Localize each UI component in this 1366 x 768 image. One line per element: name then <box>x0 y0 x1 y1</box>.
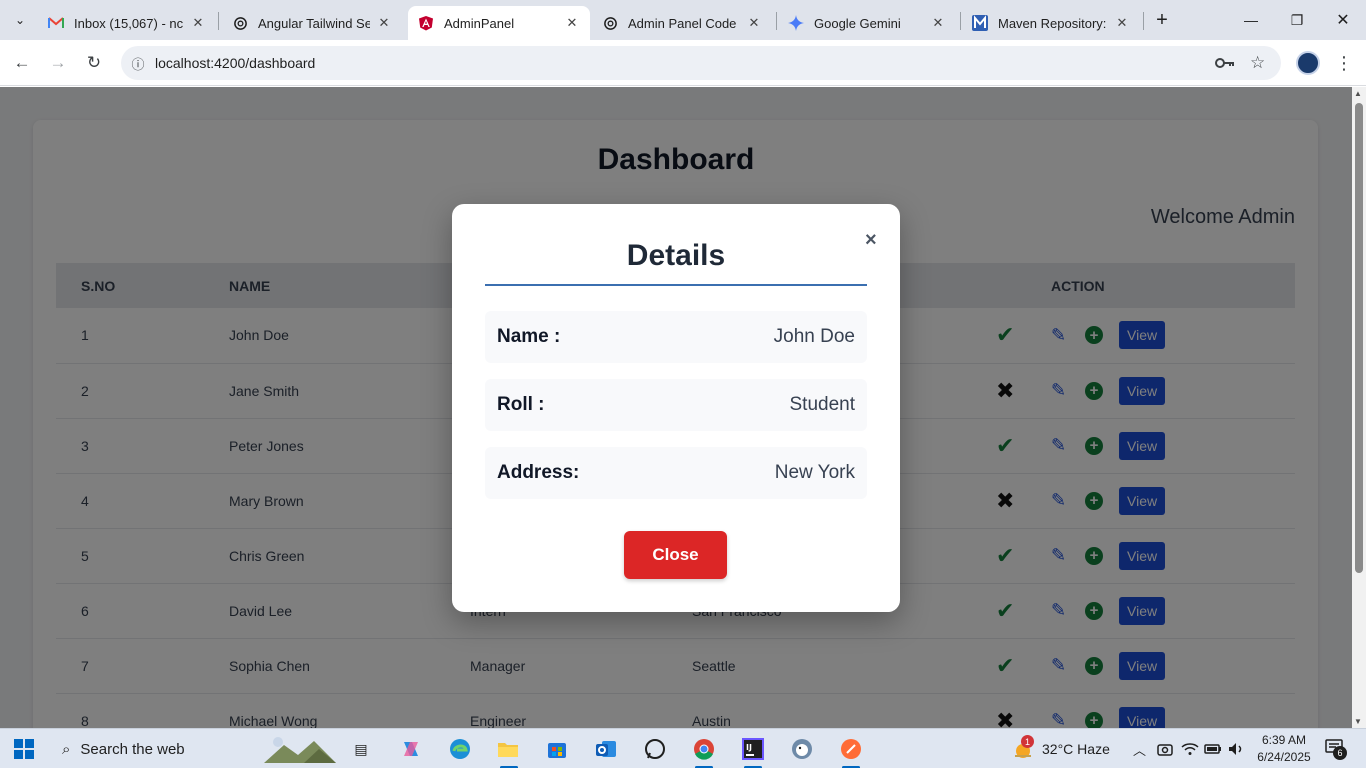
whatsapp-icon[interactable] <box>640 735 670 763</box>
outlook-icon[interactable] <box>591 735 621 763</box>
tab-close-icon[interactable]: ✕ <box>930 15 946 31</box>
clock-date: 6/24/2025 <box>1257 750 1311 764</box>
tab-maven-repository[interactable]: Maven Repository: or ✕ <box>962 6 1140 40</box>
browser-tab-strip: ⌄ Inbox (15,067) - nc.up ✕ Angular Tailw… <box>0 0 1366 40</box>
dbeaver-icon[interactable] <box>787 735 817 763</box>
tab-divider <box>776 12 777 30</box>
site-info-icon[interactable]: ⓘ <box>121 54 155 73</box>
wifi-icon[interactable] <box>1181 729 1199 768</box>
edge-icon[interactable] <box>445 735 475 763</box>
tab-close-icon[interactable]: ✕ <box>190 15 206 31</box>
taskbar-search-text: Search the web <box>80 740 185 758</box>
search-icon: ⌕ <box>62 740 71 758</box>
notification-count-badge: 6 <box>1333 746 1347 760</box>
tab-divider <box>960 12 961 30</box>
tab-title: AdminPanel <box>444 15 515 31</box>
detail-label: Name : <box>497 326 561 347</box>
file-explorer-icon[interactable] <box>493 735 523 763</box>
chrome-icon[interactable] <box>689 735 719 763</box>
tab-title: Google Gemini <box>814 15 901 31</box>
tab-title: Inbox (15,067) - nc.up <box>74 15 184 31</box>
detail-row-name: Name : John Doe <box>485 311 867 363</box>
minimize-icon[interactable]: — <box>1228 0 1274 40</box>
microsoft-store-icon[interactable] <box>542 735 572 763</box>
copilot-icon[interactable] <box>396 735 426 763</box>
tab-angular-tailwind[interactable]: Angular Tailwind Setu ✕ <box>222 6 402 40</box>
detail-row-address: Address: New York <box>485 447 867 499</box>
tab-close-icon[interactable]: ✕ <box>376 15 392 31</box>
tab-close-icon[interactable]: ✕ <box>1114 15 1130 31</box>
address-bar[interactable]: ⓘ localhost:4200/dashboard ☆ <box>121 46 1281 80</box>
tab-close-icon[interactable]: ✕ <box>746 15 762 31</box>
camera-app-icon[interactable] <box>1157 729 1173 768</box>
gmail-icon <box>48 15 64 31</box>
browser-toolbar: ← → ↻ ⓘ localhost:4200/dashboard ☆ ⋮ <box>0 40 1366 86</box>
tray-overflow-chevron-icon[interactable]: ︿ <box>1133 729 1146 768</box>
profile-avatar[interactable] <box>1296 51 1320 75</box>
gemini-icon <box>788 15 804 31</box>
back-arrow-icon[interactable]: ← <box>7 48 37 78</box>
close-button[interactable]: Close <box>624 531 727 579</box>
angular-icon <box>418 15 434 31</box>
detail-value: New York <box>774 462 855 483</box>
tab-gmail[interactable]: Inbox (15,067) - nc.up ✕ <box>38 6 216 40</box>
scroll-up-arrow-icon[interactable]: ▲ <box>1354 89 1362 98</box>
volume-icon[interactable] <box>1228 729 1244 768</box>
maven-icon <box>972 15 988 31</box>
tab-divider <box>218 12 219 30</box>
tab-title: Angular Tailwind Setu <box>258 15 370 31</box>
modal-title: Details <box>626 239 726 272</box>
detail-value: John Doe <box>773 326 855 347</box>
tab-search-chevron-icon[interactable]: ⌄ <box>6 6 34 34</box>
address-url[interactable]: localhost:4200/dashboard <box>155 55 315 71</box>
scrollbar-thumb[interactable] <box>1355 103 1363 573</box>
detail-label: Roll : <box>497 394 545 415</box>
battery-icon[interactable] <box>1204 729 1222 768</box>
search-highlight-image[interactable] <box>264 735 336 763</box>
chatgpt-icon <box>232 15 248 31</box>
detail-value: Student <box>789 394 856 415</box>
detail-row-roll: Roll : Student <box>485 379 867 431</box>
tab-divider <box>1143 12 1144 30</box>
postman-icon[interactable] <box>836 735 866 763</box>
clock-time: 6:39 AM <box>1261 733 1307 747</box>
svg-text:IJ: IJ <box>746 743 752 752</box>
tab-adminpanel[interactable]: AdminPanel ✕ <box>408 6 590 40</box>
new-tab-plus-icon[interactable]: + <box>1148 6 1176 34</box>
password-key-icon[interactable] <box>1215 46 1235 80</box>
scroll-down-arrow-icon[interactable]: ▼ <box>1354 717 1362 726</box>
browser-menu-icon[interactable]: ⋮ <box>1334 50 1354 76</box>
details-modal: × Details Name : John Doe Roll : Student… <box>452 204 900 612</box>
taskbar-clock[interactable]: 6:39 AM 6/24/2025 <box>1248 732 1320 766</box>
intellij-icon[interactable]: IJ <box>738 735 768 763</box>
page-scrollbar[interactable]: ▲ ▼ <box>1352 87 1366 728</box>
modal-title-divider <box>485 284 867 286</box>
tab-admin-panel-code[interactable]: Admin Panel Code ✕ <box>592 6 772 40</box>
tab-google-gemini[interactable]: Google Gemini ✕ <box>778 6 956 40</box>
weather-alert-badge: 1 <box>1021 735 1034 748</box>
task-view-icon[interactable]: ▤ <box>346 735 376 763</box>
restore-icon[interactable]: ❐ <box>1274 0 1320 40</box>
tab-close-icon[interactable]: ✕ <box>564 15 580 31</box>
tab-title: Maven Repository: or <box>998 15 1108 31</box>
weather-text: 32°C Haze <box>1042 741 1110 757</box>
window-close-icon[interactable]: ✕ <box>1320 0 1366 40</box>
forward-arrow-icon[interactable]: → <box>43 48 73 78</box>
windows-taskbar: ⌕ Search the web ▤ IJ 32°C Haze 1 ︿ 6:39… <box>0 728 1366 768</box>
screen: ⌄ Inbox (15,067) - nc.up ✕ Angular Tailw… <box>0 0 1366 768</box>
bookmark-star-icon[interactable]: ☆ <box>1250 46 1265 80</box>
tab-title: Admin Panel Code <box>628 15 737 31</box>
detail-label: Address: <box>497 462 580 483</box>
chatgpt-icon <box>602 15 618 31</box>
windows-start-icon[interactable] <box>14 739 34 759</box>
reload-icon[interactable]: ↻ <box>79 48 109 78</box>
